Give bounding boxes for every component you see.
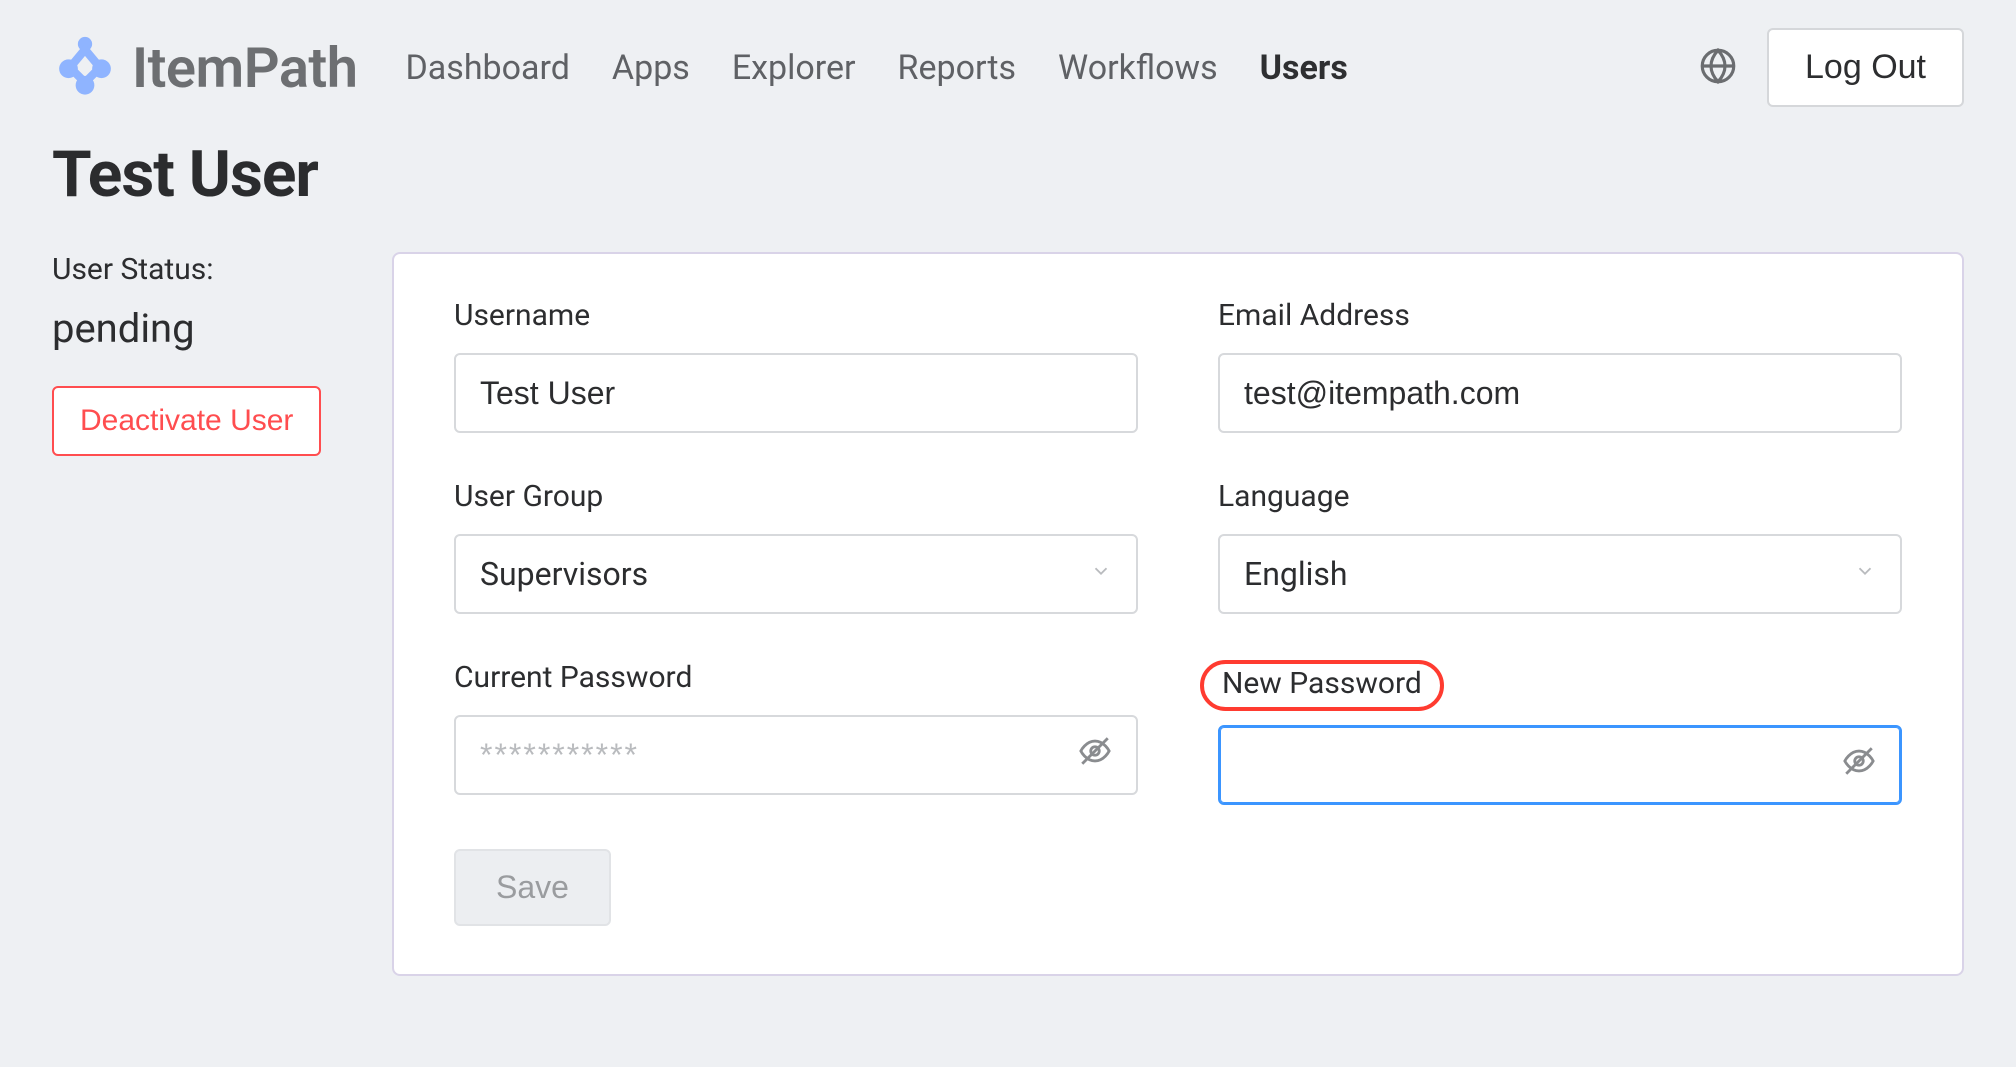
email-input-wrapper <box>1218 353 1902 433</box>
field-user-group: User Group Supervisors <box>454 479 1138 614</box>
eye-off-icon[interactable] <box>1078 734 1112 776</box>
chevron-down-icon <box>1854 559 1876 589</box>
language-label: Language <box>1218 479 1902 514</box>
nav-item-workflows[interactable]: Workflows <box>1058 48 1218 88</box>
page-title: Test User <box>52 137 1964 212</box>
brand-logo-icon <box>52 33 118 103</box>
current-password-input-wrapper <box>454 715 1138 795</box>
user-form-card: Username Email Address User Group <box>392 252 1964 976</box>
nav-item-users[interactable]: Users <box>1260 48 1348 88</box>
new-password-label: New Password <box>1200 660 1444 711</box>
email-label: Email Address <box>1218 298 1902 333</box>
username-label: Username <box>454 298 1138 333</box>
logout-button[interactable]: Log Out <box>1767 28 1964 107</box>
nav-item-apps[interactable]: Apps <box>612 48 690 88</box>
top-header: ItemPath Dashboard Apps Explorer Reports… <box>0 0 2016 127</box>
field-current-password: Current Password <box>454 660 1138 805</box>
user-status-label: User Status: <box>52 252 352 287</box>
username-input[interactable] <box>480 355 1112 431</box>
language-value: English <box>1244 555 1348 593</box>
new-password-input[interactable] <box>1244 727 1842 803</box>
side-panel: User Status: pending Deactivate User <box>52 252 352 456</box>
nav-item-reports[interactable]: Reports <box>898 48 1017 88</box>
nav-item-explorer[interactable]: Explorer <box>732 48 856 88</box>
email-input[interactable] <box>1244 355 1876 431</box>
header-right: Log Out <box>1697 28 1964 107</box>
nav-item-dashboard[interactable]: Dashboard <box>405 48 569 88</box>
user-status-value: pending <box>52 305 352 352</box>
language-select[interactable]: English <box>1218 534 1902 614</box>
new-password-input-wrapper <box>1218 725 1902 805</box>
chevron-down-icon <box>1090 559 1112 589</box>
username-input-wrapper <box>454 353 1138 433</box>
deactivate-user-button[interactable]: Deactivate User <box>52 386 321 456</box>
brand: ItemPath <box>52 33 357 103</box>
globe-icon[interactable] <box>1697 45 1739 91</box>
eye-off-icon[interactable] <box>1842 744 1876 786</box>
field-language: Language English <box>1218 479 1902 614</box>
save-button[interactable]: Save <box>454 849 611 926</box>
user-group-label: User Group <box>454 479 1138 514</box>
field-email: Email Address <box>1218 298 1902 433</box>
user-group-value: Supervisors <box>480 555 648 593</box>
field-new-password: New Password <box>1218 660 1902 805</box>
user-group-select[interactable]: Supervisors <box>454 534 1138 614</box>
current-password-input[interactable] <box>480 717 1078 793</box>
current-password-label: Current Password <box>454 660 1138 695</box>
field-username: Username <box>454 298 1138 433</box>
brand-name: ItemPath <box>132 35 357 101</box>
primary-nav: Dashboard Apps Explorer Reports Workflow… <box>405 48 1347 88</box>
